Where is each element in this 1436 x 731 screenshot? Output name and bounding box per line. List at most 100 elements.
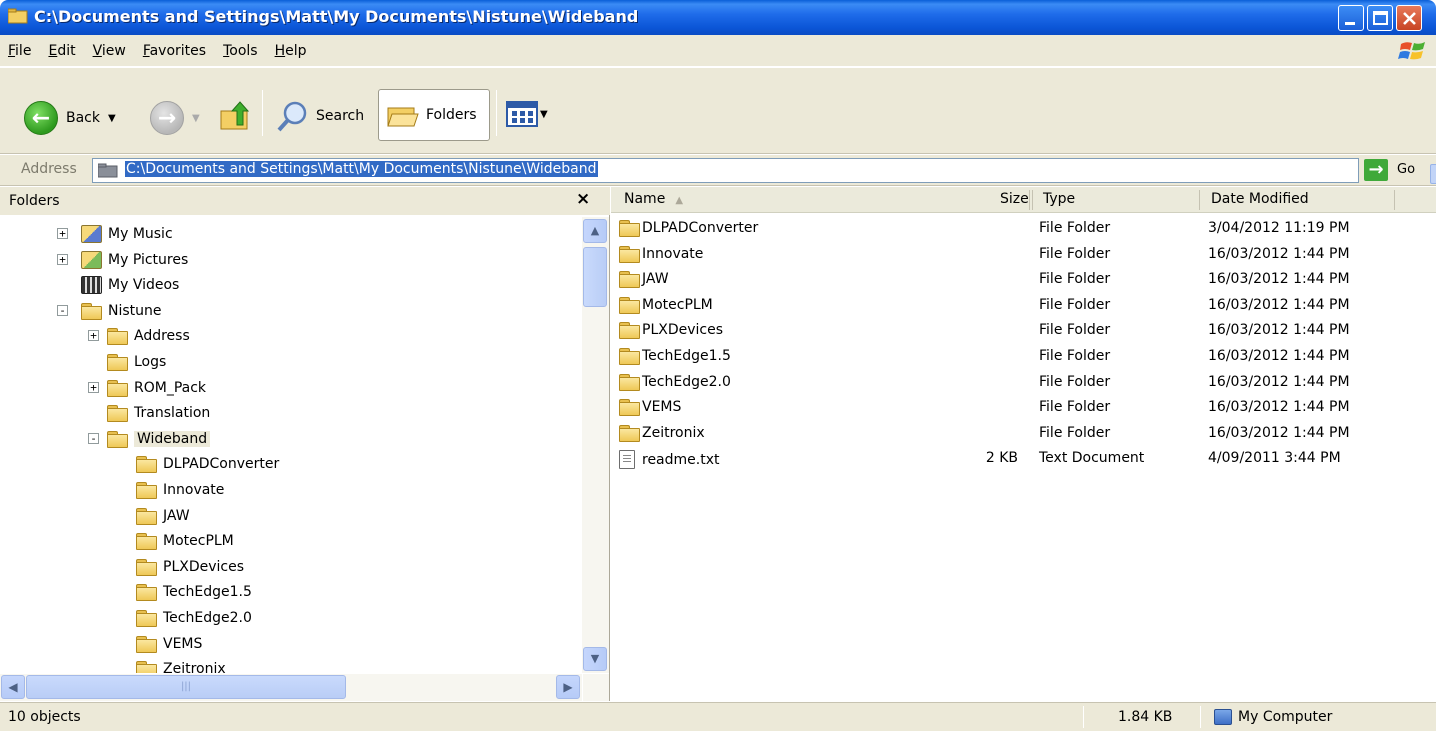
file-name: PLXDevices [642, 322, 724, 339]
back-dropdown-icon[interactable]: ▼ [108, 113, 116, 124]
tree-item-label: DLPADConverter [163, 456, 280, 473]
file-date-modified: 16/03/2012 1:44 PM [1208, 399, 1350, 416]
scroll-right-icon[interactable]: ▶ [556, 675, 580, 699]
folder-icon [136, 610, 157, 627]
search-button[interactable]: Search [276, 99, 364, 133]
tree-item[interactable]: VEMS [136, 632, 202, 656]
file-row[interactable]: Innovate File Folder 16/03/2012 1:44 PM [611, 243, 1436, 268]
file-type: File Folder [1039, 245, 1111, 262]
file-name: Zeitronix [642, 424, 705, 441]
menu-edit[interactable]: Edit [48, 43, 75, 59]
folder-icon [136, 456, 157, 474]
column-type[interactable]: Type [1043, 191, 1075, 207]
views-dropdown-icon[interactable]: ▼ [540, 109, 548, 120]
close-button[interactable] [1396, 5, 1422, 31]
folder-icon [136, 482, 157, 499]
tree-item[interactable]: Zeitronix [136, 657, 226, 673]
back-button[interactable]: ← Back ▼ [24, 101, 116, 135]
tree-item-label: TechEdge1.5 [163, 584, 252, 601]
tree-item[interactable]: JAW [136, 504, 190, 528]
menu-favorites[interactable]: Favorites [143, 43, 206, 59]
horizontal-scroll-thumb[interactable]: ||| [26, 675, 346, 699]
scroll-down-icon[interactable]: ▼ [583, 647, 607, 671]
maximize-icon [1373, 11, 1388, 25]
minimize-icon [1345, 22, 1355, 25]
tree-item[interactable]: MotecPLM [136, 529, 234, 553]
minimize-button[interactable] [1338, 5, 1364, 31]
file-row[interactable]: PLXDevices File Folder 16/03/2012 1:44 PM [611, 319, 1436, 344]
file-row[interactable]: VEMS File Folder 16/03/2012 1:44 PM [611, 396, 1436, 421]
menu-file[interactable]: File [8, 43, 31, 59]
column-date-modified[interactable]: Date Modified [1211, 191, 1309, 207]
file-row[interactable]: MotecPLM File Folder 16/03/2012 1:44 PM [611, 294, 1436, 319]
expand-icon[interactable]: + [57, 228, 68, 239]
tree-item-label: Logs [134, 354, 167, 370]
maximize-button[interactable] [1367, 5, 1393, 31]
address-value[interactable]: C:\Documents and Settings\Matt\My Docume… [125, 161, 598, 177]
expand-icon[interactable]: + [57, 253, 68, 265]
go-arrow-icon[interactable]: → [1364, 159, 1388, 181]
tree-item[interactable]: DLPADConverter [136, 452, 279, 476]
tree-item[interactable]: Logs [107, 350, 166, 374]
folder-open-icon [107, 430, 128, 448]
tree-item[interactable]: Translation [107, 401, 210, 425]
horizontal-scrollbar[interactable]: ◀ ||| ▶ [0, 674, 582, 701]
tree-item-label: MotecPLM [163, 533, 234, 550]
tree-item[interactable]: + My Pictures [57, 248, 188, 272]
tree-item-label: Nistune [108, 302, 162, 319]
file-name: DLPADConverter [642, 220, 759, 236]
expand-icon[interactable]: + [88, 330, 99, 342]
expand-icon[interactable]: + [88, 381, 99, 393]
scrollbar-corner [583, 674, 609, 701]
menu-help[interactable]: Help [275, 43, 307, 59]
address-input[interactable]: C:\Documents and Settings\Matt\My Docume… [92, 158, 1436, 184]
file-date-modified: 16/03/2012 1:44 PM [1208, 373, 1350, 390]
collapse-icon[interactable]: - [57, 304, 68, 316]
up-folder-button[interactable] [219, 99, 253, 133]
forward-dropdown-icon[interactable]: ▼ [192, 113, 200, 124]
file-row[interactable]: DLPADConverter File Folder 3/04/2012 11:19… [611, 217, 1436, 242]
file-row[interactable]: readme.txt 2 KB Text Document 4/09/2011 3:4… [611, 447, 1436, 472]
title-bar[interactable]: C:\Documents and Settings\Matt\My Docume… [0, 0, 1436, 35]
tree-item[interactable]: + My Music [57, 222, 173, 246]
tree-item[interactable]: - Nistune [57, 299, 162, 323]
tree-item[interactable]: My Videos [81, 273, 179, 297]
file-row[interactable]: TechEdge2.0 File Folder 16/03/2012 1:44 PM [611, 371, 1436, 396]
status-bar: 10 objects 1.84 KB My Computer [0, 702, 1436, 731]
tree-item[interactable]: + ROM_Pack [88, 376, 206, 400]
folders-pane-title: Folders [9, 193, 60, 209]
tree-item[interactable]: Innovate [136, 478, 224, 502]
status-object-count: 10 objects [8, 709, 81, 725]
tree-item[interactable]: TechEdge1.5 [136, 580, 252, 604]
go-button[interactable]: Go [1397, 162, 1415, 177]
file-row[interactable]: TechEdge1.5 File Folder 16/03/2012 1:44 PM [611, 345, 1436, 370]
forward-button[interactable]: → ▼ [150, 101, 200, 135]
vertical-scrollbar[interactable]: ▲ ▼ [582, 217, 609, 673]
tree-item[interactable]: + Address [88, 324, 190, 348]
file-name: TechEdge2.0 [642, 373, 731, 390]
scroll-thumb[interactable] [583, 247, 607, 307]
file-name-cell: DLPADConverter [619, 220, 759, 237]
window-title: C:\Documents and Settings\Matt\My Docume… [34, 7, 639, 26]
file-row[interactable]: JAW File Folder 16/03/2012 1:44 PM [611, 268, 1436, 293]
tree-item[interactable]: - Wideband [88, 427, 211, 451]
menu-tools[interactable]: Tools [223, 43, 258, 59]
views-button[interactable]: ▼ [506, 101, 548, 127]
address-dropdown-icon[interactable]: ▼ [1430, 164, 1436, 184]
scroll-up-icon[interactable]: ▲ [583, 219, 607, 243]
column-size[interactable]: Size [1000, 191, 1029, 207]
folder-icon [107, 379, 128, 397]
tree-item[interactable]: PLXDevices [136, 555, 244, 579]
close-pane-icon[interactable]: × [576, 189, 590, 209]
videos-folder-icon [81, 276, 102, 295]
file-date-modified: 16/03/2012 1:44 PM [1208, 245, 1350, 262]
file-row[interactable]: Zeitronix File Folder 16/03/2012 1:44 PM [611, 422, 1436, 447]
menu-view[interactable]: View [93, 43, 126, 59]
tree-item[interactable]: TechEdge2.0 [136, 606, 252, 630]
file-type: File Folder [1039, 296, 1111, 313]
folder-icon [136, 507, 157, 525]
collapse-icon[interactable]: - [88, 432, 99, 444]
scroll-left-icon[interactable]: ◀ [1, 675, 25, 699]
folders-button[interactable]: Folders [378, 89, 490, 141]
column-name[interactable]: Name ▲ [624, 191, 683, 207]
